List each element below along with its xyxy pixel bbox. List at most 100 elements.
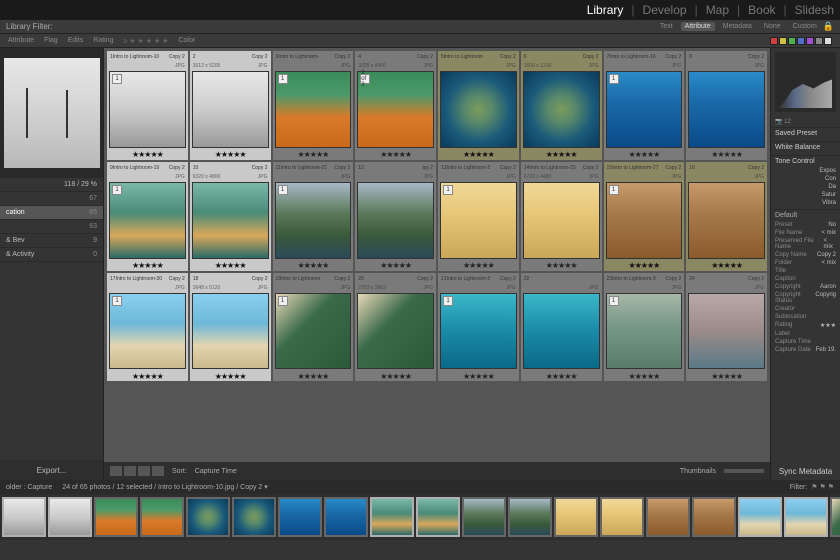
- filter-tab-metadata[interactable]: Metadata: [719, 22, 756, 31]
- rating-stars[interactable]: ★★★★★: [190, 150, 271, 160]
- color-swatch[interactable]: [779, 37, 787, 45]
- rating-stars[interactable]: ★★★★★: [438, 371, 519, 381]
- rating-stars[interactable]: ★★★★★: [273, 371, 354, 381]
- metadata-row[interactable]: Rating★★★: [771, 321, 840, 330]
- thumbnail-cell[interactable]: 20Copy 22793 x 3963JPG★★★★★: [355, 273, 436, 382]
- thumbnail-cell[interactable]: 23Intro to Lightroom-3Copy 2JPG1★★★★★: [604, 273, 685, 382]
- rating-stars[interactable]: ★★★★★: [355, 150, 436, 160]
- attr-label-edits[interactable]: Edits: [68, 37, 84, 44]
- filter-tab-attribute[interactable]: Attribute: [681, 22, 715, 31]
- color-swatch[interactable]: [770, 37, 778, 45]
- folder-row[interactable]: & Activity0: [0, 248, 103, 262]
- attr-rating-stars[interactable]: ≥ ★ ★ ★ ★ ★: [124, 37, 169, 45]
- thumbnail-cell[interactable]: 14Intro to Lightroom-25Copy 26720 x 4480…: [521, 162, 602, 271]
- sort-value[interactable]: Capture Time: [195, 468, 237, 475]
- stack-badge[interactable]: 1: [278, 296, 288, 306]
- status-filter[interactable]: Filter:: [790, 484, 808, 491]
- folder-row[interactable]: & Bev9: [0, 234, 103, 248]
- color-swatch[interactable]: [788, 37, 796, 45]
- filmstrip-cell[interactable]: [646, 497, 690, 537]
- nav-book[interactable]: Book: [748, 3, 775, 17]
- stack-badge[interactable]: 1: [112, 74, 122, 84]
- metadata-row[interactable]: Title: [771, 267, 840, 275]
- filmstrip-cell[interactable]: [278, 497, 322, 537]
- nav-library[interactable]: Library: [587, 3, 624, 17]
- thumbnail-cell[interactable]: 8Copy 2JPG★★★★★: [686, 51, 767, 160]
- thumbnail-cell[interactable]: 21Intro to Lightroom-3Copy 2JPG1★★★★★: [438, 273, 519, 382]
- rating-stars[interactable]: ★★★★★: [107, 261, 188, 271]
- filmstrip-cell[interactable]: [462, 497, 506, 537]
- lock-icon[interactable]: 🔒: [823, 21, 834, 32]
- thumbnail-cell[interactable]: 18Copy 23648 x 5120JPG★★★★★: [190, 273, 271, 382]
- filmstrip-cell[interactable]: [784, 497, 828, 537]
- view-mode-buttons[interactable]: [110, 466, 164, 476]
- attr-label-flag[interactable]: Flag: [44, 37, 58, 44]
- rating-stars[interactable]: ★★★★★: [686, 261, 767, 271]
- sync-metadata-button[interactable]: Sync Metadata: [771, 463, 840, 480]
- thumbnail-cell[interactable]: 10Copy 26320 x 4800JPG★★★★★: [190, 162, 271, 271]
- filmstrip-cell[interactable]: [48, 497, 92, 537]
- filmstrip-cell[interactable]: [140, 497, 184, 537]
- stack-badge[interactable]: 1: [609, 185, 619, 195]
- metadata-row[interactable]: Caption: [771, 275, 840, 283]
- status-folder[interactable]: older : Capture: [6, 484, 52, 491]
- thumbnail-grid[interactable]: 1Intro to Lightroom-10Copy 2JPG1★★★★★2Co…: [104, 48, 770, 462]
- rating-stars[interactable]: ★★★★★: [438, 261, 519, 271]
- quick-develop-section[interactable]: White Balance: [771, 141, 840, 155]
- metadata-row[interactable]: Capture DateFeb 19.: [771, 346, 840, 354]
- filter-preset[interactable]: Custom: [793, 23, 817, 30]
- rating-stars[interactable]: ★★★★★: [521, 371, 602, 381]
- filmstrip[interactable]: [0, 494, 840, 540]
- thumbnail-cell[interactable]: 12ipy 2JPG★★★★★: [355, 162, 436, 271]
- filmstrip-cell[interactable]: [830, 497, 840, 537]
- filter-tab-text[interactable]: Text: [656, 22, 677, 31]
- filmstrip-cell[interactable]: [600, 497, 644, 537]
- stack-badge[interactable]: 1: [609, 74, 619, 84]
- thumbnail-cell[interactable]: 22JPG★★★★★: [521, 273, 602, 382]
- rating-stars[interactable]: ★★★★★: [438, 150, 519, 160]
- rating-stars[interactable]: ★★★★★: [686, 150, 767, 160]
- filmstrip-cell[interactable]: [232, 497, 276, 537]
- metadata-row[interactable]: Copyright StatusCopyrig: [771, 291, 840, 305]
- thumbnail-cell[interactable]: 3Intro to Lightroom-Copy 2JPG1★★★★★: [273, 51, 354, 160]
- filmstrip-cell[interactable]: [324, 497, 368, 537]
- rating-stars[interactable]: ★★★★★: [604, 150, 685, 160]
- folder-row[interactable]: cation65: [0, 206, 103, 220]
- nav-map[interactable]: Map: [706, 3, 729, 17]
- stack-badge[interactable]: 1: [112, 296, 122, 306]
- rating-stars[interactable]: ★★★★★: [107, 150, 188, 160]
- quick-develop-section[interactable]: Tone ControlExposConDaSaturVibra: [771, 155, 840, 209]
- nav-slidesh[interactable]: Slidesh: [795, 3, 834, 17]
- filmstrip-cell[interactable]: [738, 497, 782, 537]
- color-swatch[interactable]: [824, 37, 832, 45]
- thumbnail-cell[interactable]: 2Copy 23612 x 5205JPG★★★★★: [190, 51, 271, 160]
- thumbnail-cell[interactable]: 9Intro to Lightroom-19Copy 2JPG1★★★★★: [107, 162, 188, 271]
- stack-badge[interactable]: 1: [278, 74, 288, 84]
- metadata-row[interactable]: File Name< mix: [771, 229, 840, 237]
- rating-stars[interactable]: ★★★★★: [604, 261, 685, 271]
- export-button[interactable]: Export...: [0, 460, 103, 480]
- thumbnail-cell[interactable]: 13Intro to Lightroom-2Copy 2JPG1★★★★★: [438, 162, 519, 271]
- filmstrip-cell[interactable]: [692, 497, 736, 537]
- thumbnail-cell[interactable]: 19Intro to LightroomCopy 2JPG1★★★★★: [273, 273, 354, 382]
- flag-filter-icon[interactable]: ⚑ ⚑ ⚑: [811, 483, 834, 491]
- rating-stars[interactable]: ★★★★★: [686, 371, 767, 381]
- stack-badge[interactable]: 1: [443, 185, 453, 195]
- rating-stars[interactable]: ★★★★★: [355, 261, 436, 271]
- color-swatch[interactable]: [797, 37, 805, 45]
- filmstrip-cell[interactable]: [554, 497, 598, 537]
- stack-badge[interactable]: 2 of 3: [360, 74, 370, 84]
- thumbnail-cell[interactable]: 11Intro to Lightroom-21Copy 2JPG1★★★★★: [273, 162, 354, 271]
- thumbnail-cell[interactable]: 5Intro to LightroomCopy 2JPG★★★★★: [438, 51, 519, 160]
- histogram-panel[interactable]: [775, 52, 836, 112]
- folder-row[interactable]: 63: [0, 220, 103, 234]
- folder-row[interactable]: 67: [0, 192, 103, 206]
- filmstrip-cell[interactable]: [508, 497, 552, 537]
- thumbnail-cell[interactable]: 6Copy 21600 x 1200JPG★★★★★: [521, 51, 602, 160]
- metadata-row[interactable]: CopyrightAaron: [771, 283, 840, 291]
- color-swatch[interactable]: [806, 37, 814, 45]
- filmstrip-cell[interactable]: [370, 497, 414, 537]
- stack-badge[interactable]: 1: [278, 185, 288, 195]
- rating-stars[interactable]: ★★★★★: [604, 371, 685, 381]
- filmstrip-cell[interactable]: [2, 497, 46, 537]
